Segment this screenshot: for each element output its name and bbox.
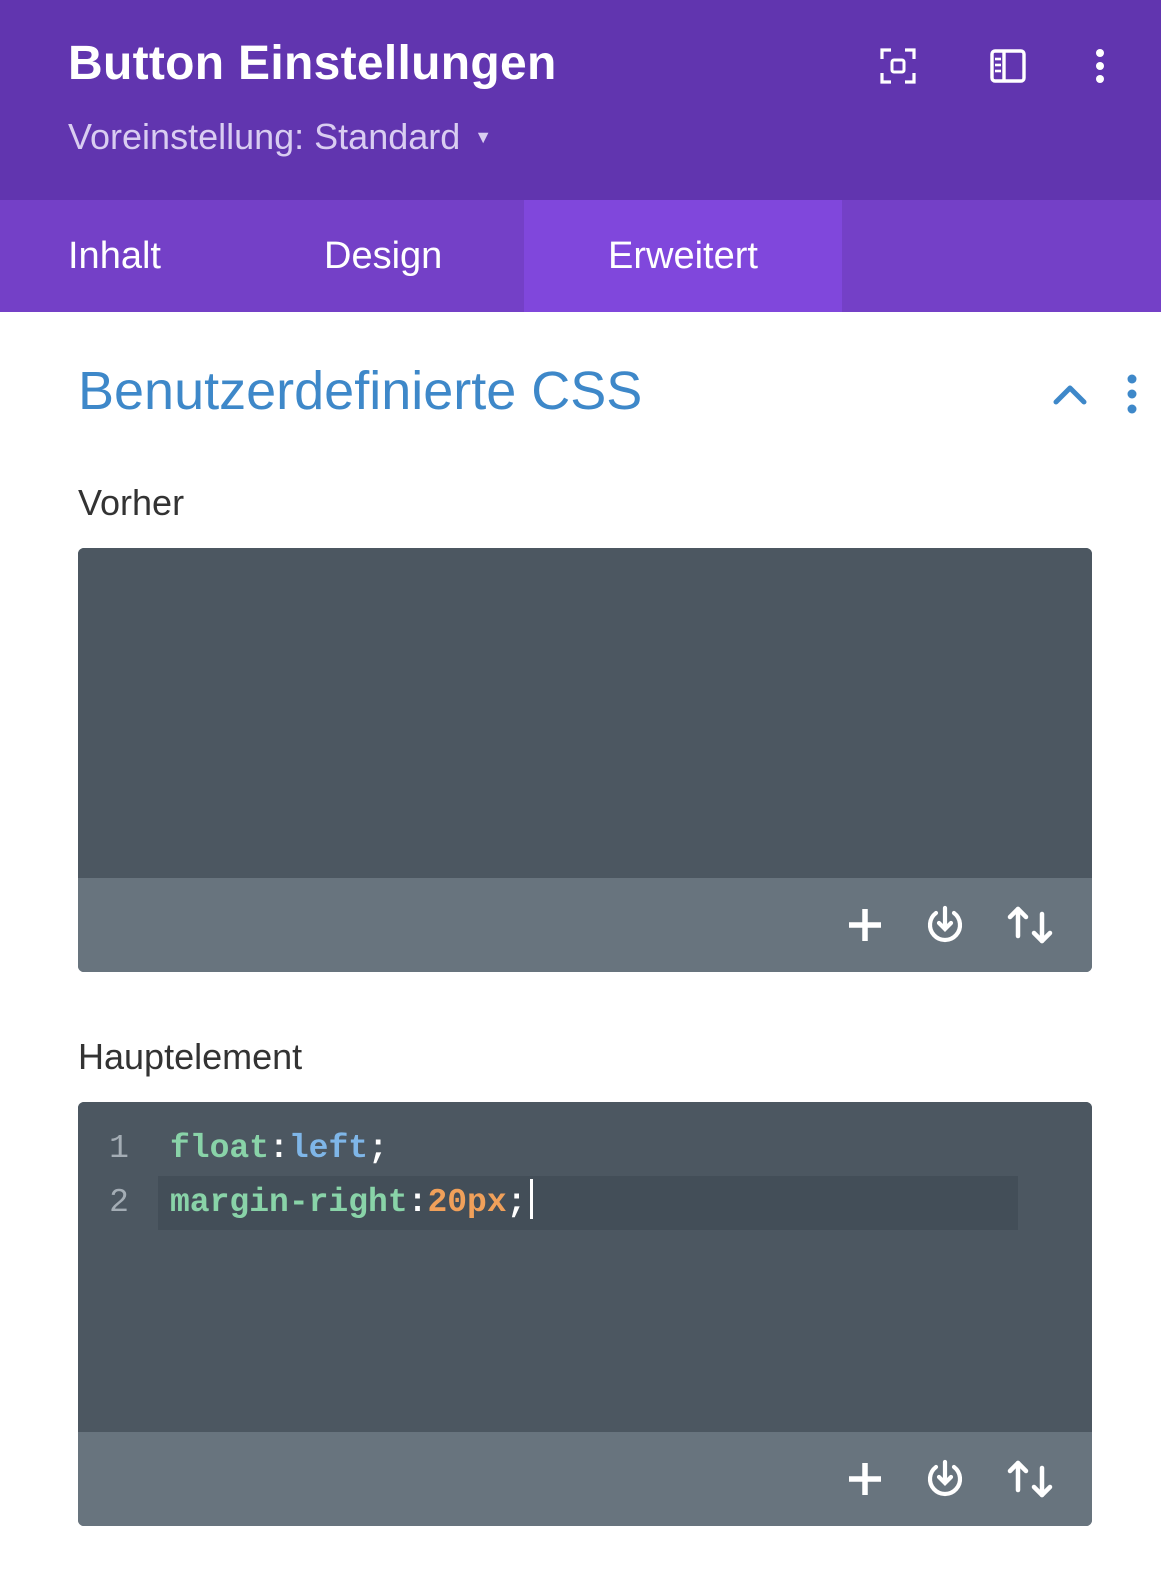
tab-erweitert[interactable]: Erweitert: [524, 200, 842, 312]
section-title[interactable]: Benutzerdefinierte CSS: [78, 360, 642, 422]
code-line: 2 margin-right:20px;: [78, 1176, 1092, 1230]
editor-toolbar-before: [78, 878, 1092, 972]
field-label-before: Vorher: [78, 482, 185, 523]
chevron-up-icon[interactable]: [1048, 376, 1092, 412]
line-number: 2: [109, 1184, 129, 1221]
more-vertical-icon[interactable]: [1080, 46, 1120, 86]
code-area-before[interactable]: [78, 548, 1092, 878]
code-text: float:left;: [170, 1130, 388, 1167]
css-editor-before: [78, 548, 1092, 972]
sort-arrows-icon[interactable]: [1002, 902, 1060, 948]
field-label-main: Hauptelement: [78, 1036, 303, 1077]
tab-bar: Inhalt Design Erweitert: [0, 200, 1161, 312]
preset-label: Voreinstellung: Standard: [68, 116, 461, 157]
css-editor-main: 1 float:left; 2 margin-right:20px;: [78, 1102, 1092, 1526]
caret-down-icon: ▼: [474, 126, 493, 147]
sort-arrows-icon[interactable]: [1002, 1456, 1060, 1502]
code-text: margin-right:20px;: [170, 1176, 534, 1230]
modal-title: Button Einstellungen: [68, 37, 557, 90]
sidebar-layout-icon[interactable]: [988, 46, 1028, 86]
plus-icon[interactable]: [842, 1456, 888, 1502]
settings-header: Button Einstellungen Voreinstellung: Sta…: [0, 0, 1161, 200]
preset-dropdown[interactable]: Voreinstellung: Standard ▼: [68, 116, 492, 158]
expand-icon[interactable]: [878, 46, 918, 86]
text-cursor: [530, 1179, 534, 1219]
code-area-main[interactable]: 1 float:left; 2 margin-right:20px;: [78, 1102, 1092, 1432]
section-more-icon[interactable]: [1118, 372, 1146, 416]
plus-icon[interactable]: [842, 902, 888, 948]
tab-inhalt[interactable]: Inhalt: [0, 200, 256, 312]
line-number: 1: [109, 1130, 129, 1167]
editor-toolbar-main: [78, 1432, 1092, 1526]
power-icon[interactable]: [922, 902, 968, 948]
power-icon[interactable]: [922, 1456, 968, 1502]
code-line: 1 float:left;: [78, 1122, 1092, 1176]
tab-design[interactable]: Design: [256, 200, 524, 312]
